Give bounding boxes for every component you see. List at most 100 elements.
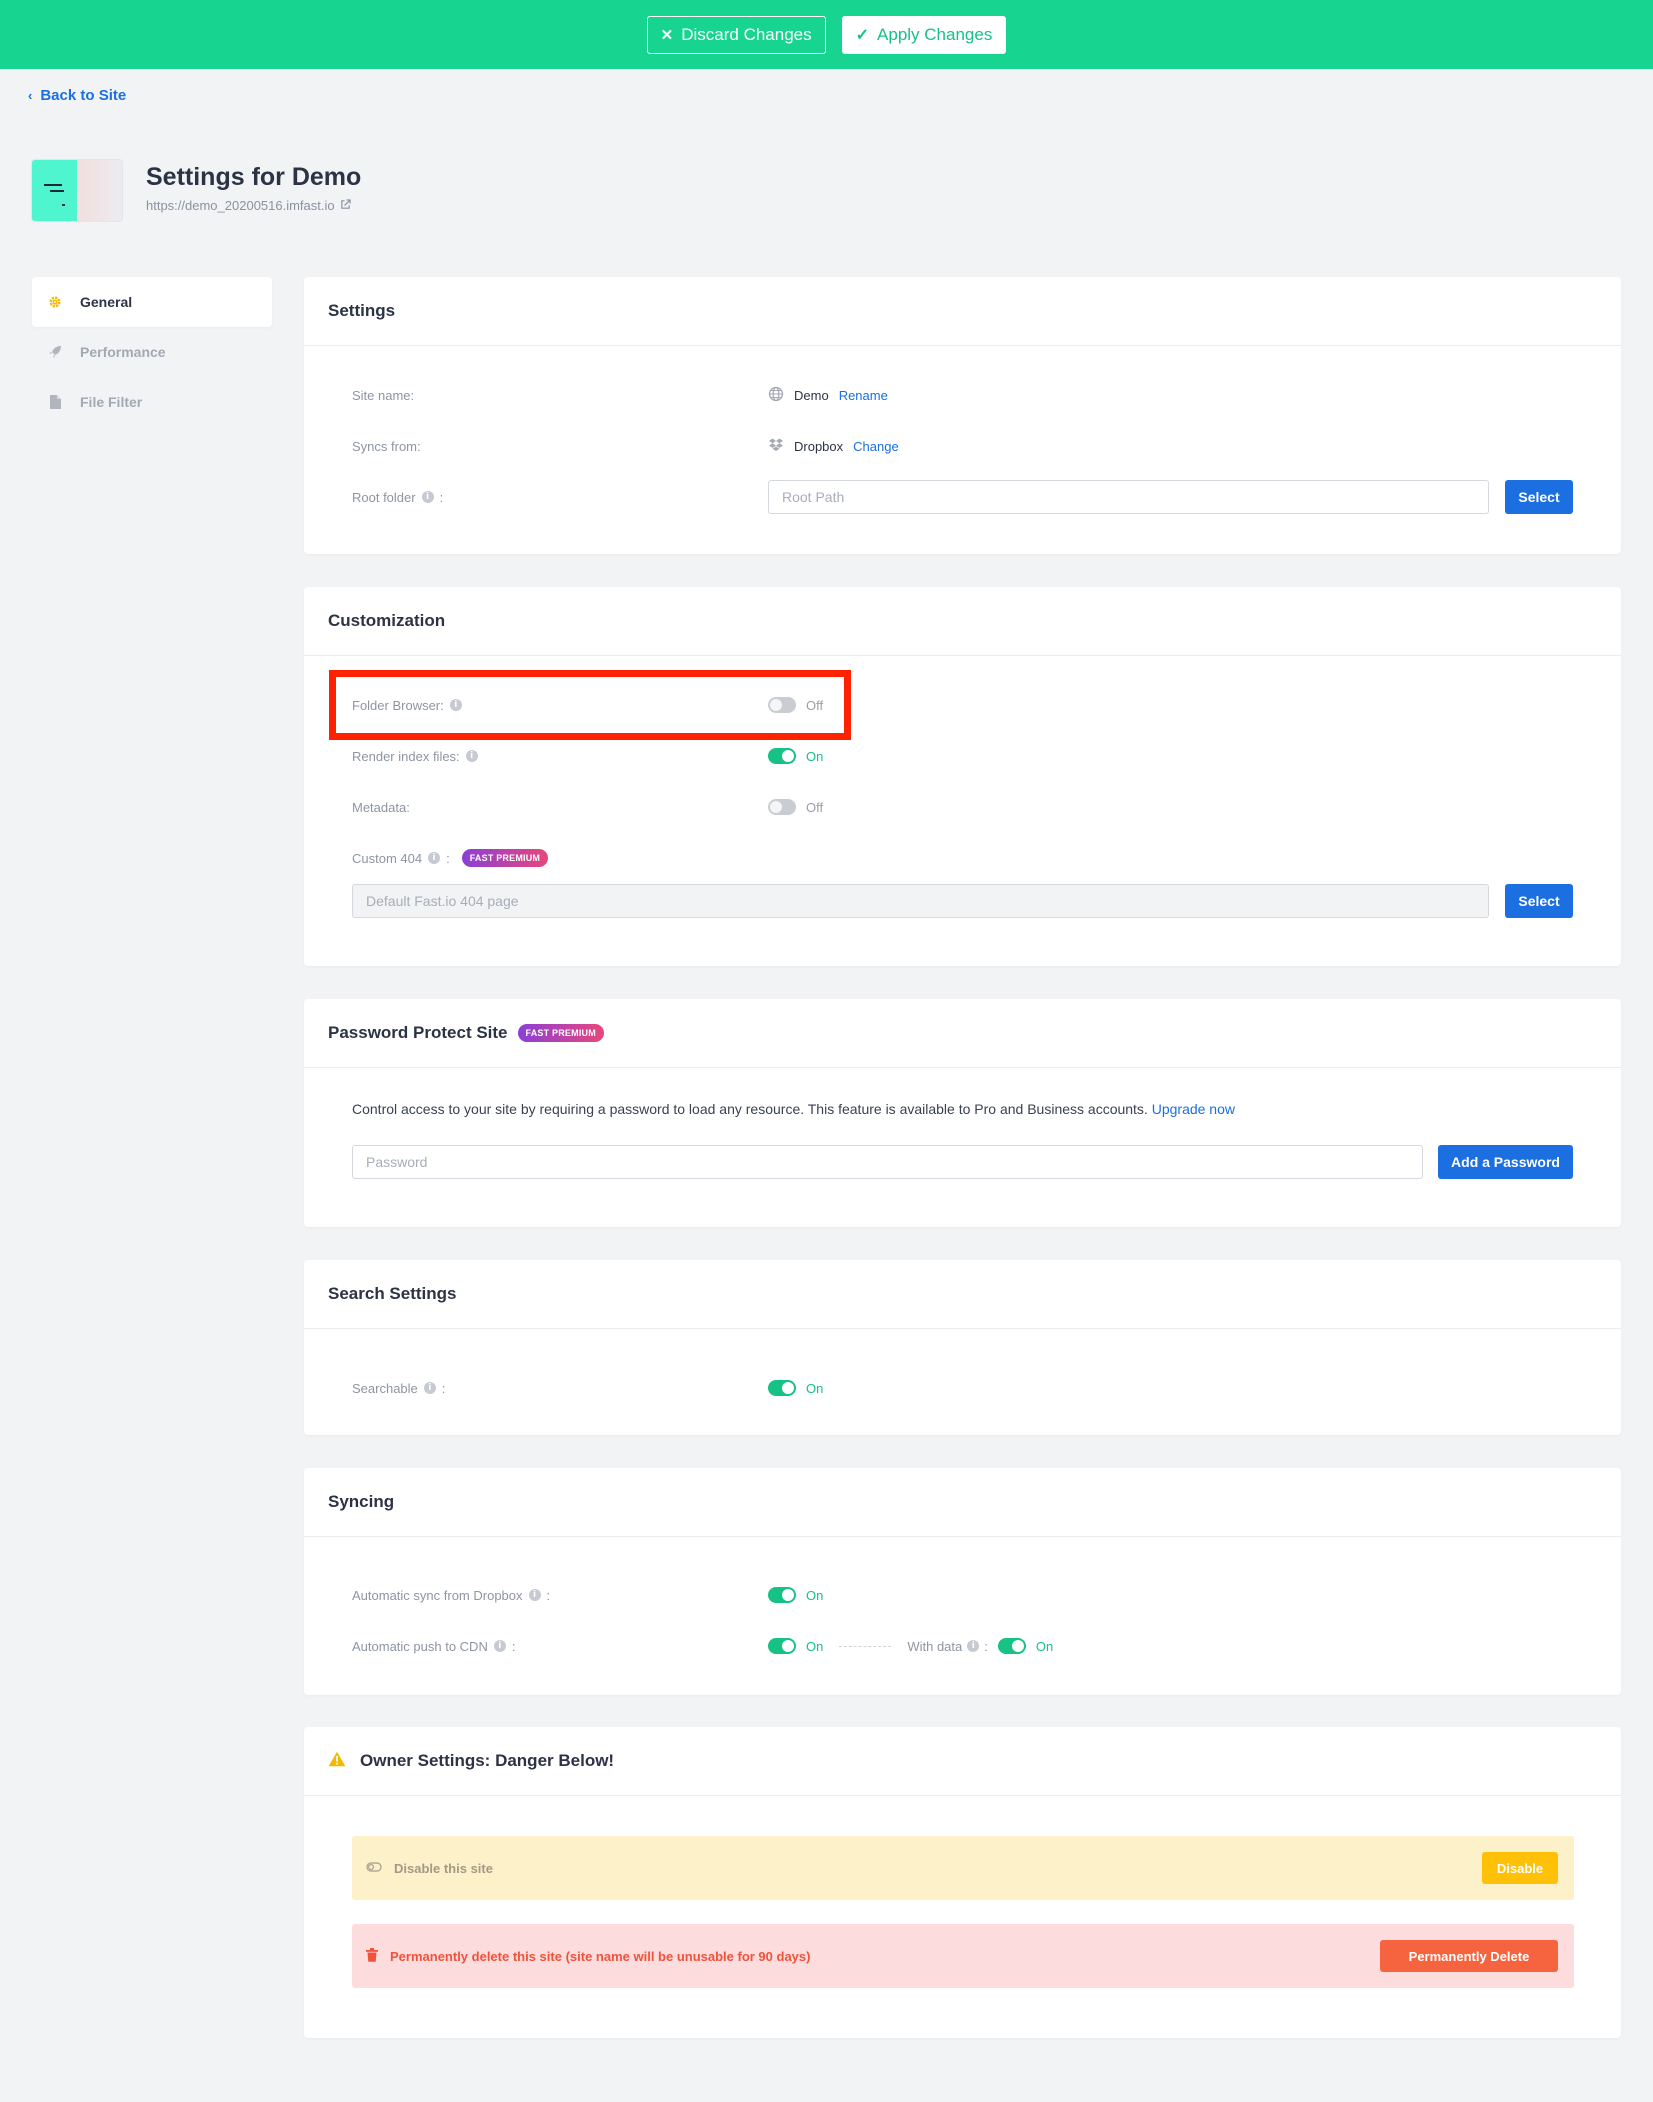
external-link-icon	[340, 198, 351, 213]
with-data-toggle[interactable]	[997, 1638, 1026, 1654]
toggle-icon	[366, 1861, 382, 1876]
searchable-state: On	[806, 1380, 824, 1396]
info-icon[interactable]: i	[449, 699, 462, 711]
syncing-card: Syncing Automatic sync from Dropbox i : …	[304, 1468, 1621, 1695]
metadata-toggle-group: Off	[768, 797, 823, 817]
gear-icon	[48, 295, 62, 309]
syncs-from-value: Dropbox	[794, 438, 844, 454]
render-index-toggle[interactable]	[768, 748, 796, 764]
file-icon	[48, 395, 62, 409]
render-index-label: Render index files:	[352, 748, 460, 764]
folder-browser-toggle[interactable]	[768, 697, 796, 713]
render-index-state: On	[806, 748, 824, 764]
render-index-toggle-group: On	[768, 746, 823, 766]
apply-changes-button[interactable]: ✓ Apply Changes	[841, 15, 1007, 54]
render-index-row: Render index files: i	[352, 746, 478, 766]
custom-404-row: Custom 404 i : FAST PREMIUM	[352, 848, 549, 868]
searchable-row: Searchable i :	[352, 1380, 446, 1396]
sidebar-item-general[interactable]: General	[32, 277, 272, 327]
globe-icon	[768, 386, 784, 405]
auto-sync-label: Automatic sync from Dropbox	[352, 1587, 523, 1603]
dropbox-icon	[768, 437, 784, 456]
page-title: Settings for Demo	[146, 163, 362, 191]
auto-push-label: Automatic push to CDN	[352, 1638, 488, 1654]
searchable-label: Searchable	[352, 1380, 418, 1396]
searchable-toggle[interactable]	[768, 1380, 796, 1396]
auto-push-state: On	[806, 1638, 824, 1654]
owner-settings-card: Owner Settings: Danger Below! Disable th…	[304, 1727, 1621, 2038]
card-title: Syncing	[304, 1468, 1621, 1537]
sidebar-item-label: File Filter	[80, 394, 143, 410]
with-data-label: With data	[907, 1638, 963, 1654]
syncs-from-row: Syncs from:	[352, 436, 421, 456]
dotted-divider	[839, 1645, 892, 1647]
sidebar-item-label: Performance	[80, 344, 166, 360]
root-path-input[interactable]: Root Path	[768, 480, 1489, 514]
auto-sync-state: On	[806, 1587, 824, 1603]
chevron-left-icon: ‹	[28, 88, 33, 103]
root-folder-row: Root folder i :	[352, 489, 444, 505]
delete-site-row: Permanently delete this site (site name …	[352, 1924, 1574, 1988]
site-url-link[interactable]: https://demo_20200516.imfast.io	[146, 198, 351, 213]
auto-sync-toggle-group: On	[768, 1585, 823, 1605]
card-title: Settings	[304, 277, 1621, 346]
back-to-site-label: Back to Site	[40, 87, 127, 104]
metadata-label: Metadata:	[352, 799, 410, 815]
card-title: Customization	[304, 587, 1621, 656]
check-icon: ✓	[855, 26, 870, 44]
sidebar-item-file-filter[interactable]: File Filter	[32, 377, 272, 427]
info-icon[interactable]: i	[493, 1640, 506, 1652]
password-protect-card: Password Protect Site FAST PREMIUM Contr…	[304, 999, 1621, 1227]
metadata-row: Metadata:	[352, 797, 410, 817]
delete-site-text: Permanently delete this site (site name …	[390, 1948, 811, 1964]
rename-link[interactable]: Rename	[839, 388, 888, 403]
add-password-button[interactable]: Add a Password	[1438, 1145, 1573, 1179]
warning-icon	[328, 1751, 346, 1772]
info-icon[interactable]: i	[423, 1382, 436, 1394]
with-data-state: On	[1035, 1638, 1054, 1654]
root-folder-select-button[interactable]: Select	[1505, 480, 1573, 514]
auto-sync-toggle[interactable]	[768, 1587, 796, 1603]
top-action-bar: ✕ Discard Changes ✓ Apply Changes	[0, 0, 1653, 69]
metadata-state: Off	[806, 799, 824, 815]
folder-browser-label: Folder Browser:	[352, 697, 444, 713]
info-icon[interactable]: i	[428, 852, 441, 864]
custom-404-input[interactable]: Default Fast.io 404 page	[352, 884, 1489, 918]
site-name-value: Demo	[794, 387, 829, 403]
site-url: https://demo_20200516.imfast.io	[146, 198, 335, 213]
searchable-toggle-group: On	[768, 1378, 823, 1398]
close-icon: ✕	[660, 26, 674, 44]
syncs-from-label: Syncs from:	[352, 438, 421, 454]
auto-push-toggle-group: On With data i : On	[768, 1636, 1053, 1656]
site-thumbnail	[32, 160, 122, 221]
disable-site-row: Disable this site Disable	[352, 1836, 1574, 1900]
info-icon[interactable]: i	[421, 491, 434, 503]
change-link[interactable]: Change	[853, 439, 899, 454]
root-folder-label: Root folder	[352, 489, 416, 505]
card-title: Owner Settings: Danger Below!	[360, 1751, 615, 1770]
info-icon[interactable]: i	[967, 1640, 980, 1652]
disable-button[interactable]: Disable	[1482, 1852, 1558, 1884]
card-title: Password Protect Site	[328, 1023, 508, 1042]
sidebar: General Performance File Filter	[32, 277, 272, 427]
password-input[interactable]: Password	[352, 1145, 1423, 1179]
discard-changes-button[interactable]: ✕ Discard Changes	[646, 15, 826, 54]
metadata-toggle[interactable]	[768, 799, 796, 815]
info-icon[interactable]: i	[528, 1589, 541, 1601]
permanently-delete-button[interactable]: Permanently Delete	[1380, 1940, 1558, 1972]
site-name-value-group: Demo Rename	[768, 385, 888, 405]
info-icon[interactable]: i	[465, 750, 478, 762]
apply-changes-label: Apply Changes	[877, 24, 993, 44]
auto-push-row: Automatic push to CDN i :	[352, 1638, 516, 1654]
trash-icon	[366, 1947, 378, 1965]
back-to-site-link[interactable]: ‹ Back to Site	[28, 87, 126, 104]
sidebar-item-performance[interactable]: Performance	[32, 327, 272, 377]
auto-sync-row: Automatic sync from Dropbox i :	[352, 1587, 551, 1603]
upgrade-now-link[interactable]: Upgrade now	[1152, 1101, 1235, 1117]
customization-card: Customization Folder Browser: i Off Rend…	[304, 587, 1621, 966]
password-description-group: Control access to your site by requiring…	[352, 1101, 1235, 1117]
auto-push-toggle[interactable]	[768, 1638, 796, 1654]
site-name-row: Site name:	[352, 385, 414, 405]
custom-404-select-button[interactable]: Select	[1505, 884, 1573, 918]
search-settings-card: Search Settings Searchable i : On	[304, 1260, 1621, 1435]
